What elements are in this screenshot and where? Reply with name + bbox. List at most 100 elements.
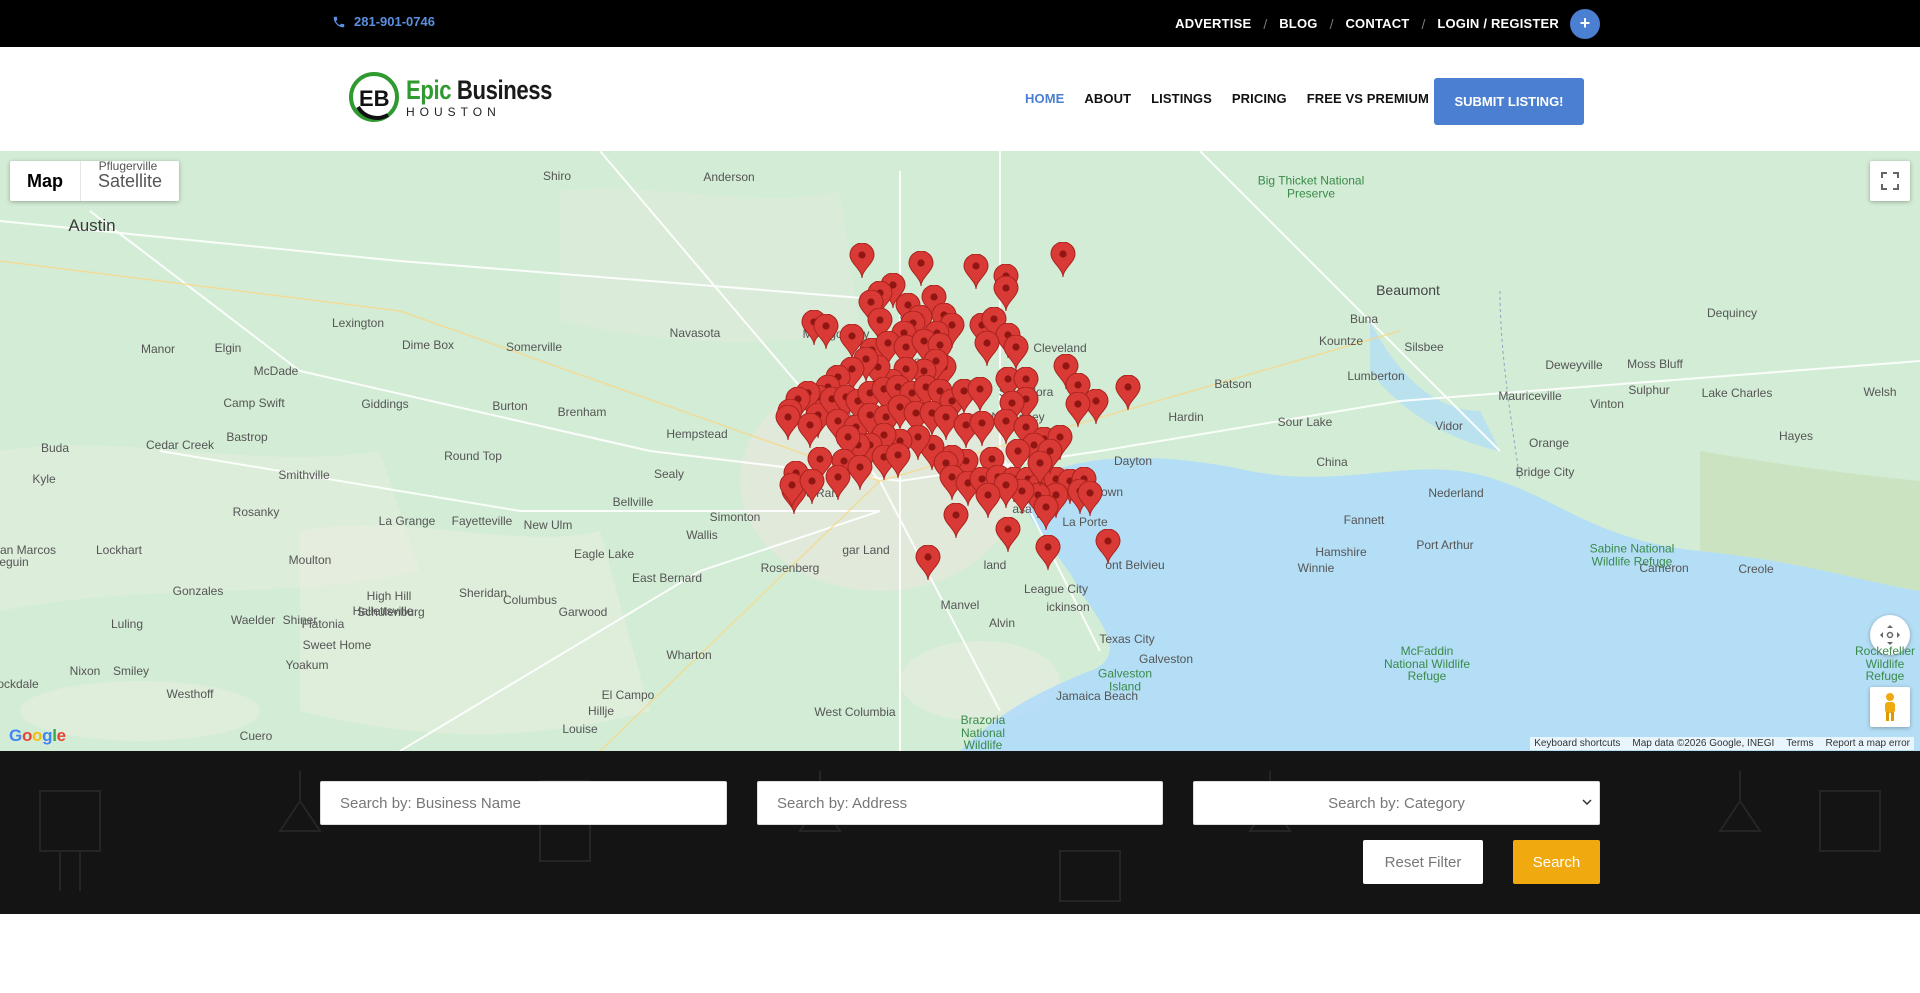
- map-label-port-arthur: Port Arthur: [1416, 538, 1474, 552]
- map-marker-pin-icon[interactable]: [1035, 535, 1061, 571]
- google-logo[interactable]: Google: [9, 726, 66, 746]
- map-label-hayes: Hayes: [1778, 429, 1814, 443]
- map-label-fannett: Fannett: [1343, 513, 1385, 527]
- logo-mark-icon: EB: [349, 72, 399, 122]
- map-label-cedar-creek: Cedar Creek: [145, 438, 215, 452]
- map-label-deweyville: Deweyville: [1545, 358, 1603, 372]
- map-marker-pin-icon[interactable]: [813, 314, 839, 350]
- map-label-burton: Burton: [492, 399, 528, 413]
- map-label-sour-lake: Sour Lake: [1277, 415, 1333, 429]
- listings-map[interactable]: Map Satellite Google Keyboard shortcuts …: [0, 151, 1920, 751]
- map-marker-pin-icon[interactable]: [975, 483, 1001, 519]
- map-label-sabine: Sabine National Wildlife Refuge: [1589, 541, 1675, 568]
- map-label-galveston: Galveston: [1138, 652, 1194, 666]
- phone-link[interactable]: 281-901-0746: [332, 14, 435, 29]
- nav-pricing[interactable]: PRICING: [1232, 91, 1287, 106]
- search-button[interactable]: Search: [1513, 840, 1600, 884]
- nav-free-vs-premium[interactable]: FREE VS PREMIUM: [1307, 91, 1429, 106]
- fullscreen-icon: [1881, 172, 1899, 190]
- map-label-brenham: Brenham: [557, 405, 607, 419]
- map-marker-pin-icon[interactable]: [1027, 451, 1053, 487]
- map-label-columbus: Columbus: [502, 593, 558, 607]
- chevron-down-icon: [1582, 799, 1592, 806]
- terms-link[interactable]: Terms: [1786, 738, 1813, 749]
- map-label-elgin: Elgin: [214, 341, 242, 355]
- map-marker-pin-icon[interactable]: [1115, 375, 1141, 411]
- nav-listings[interactable]: LISTINGS: [1151, 91, 1212, 106]
- map-marker-pin-icon[interactable]: [825, 465, 851, 501]
- map-marker-pin-icon[interactable]: [799, 469, 825, 505]
- contact-link[interactable]: CONTACT: [1345, 16, 1409, 31]
- map-label-vidor: Vidor: [1435, 419, 1463, 433]
- map-label-rosanky: Rosanky: [232, 505, 280, 519]
- map-marker-pin-icon[interactable]: [974, 331, 1000, 367]
- map-label-austin: Austin: [68, 216, 116, 235]
- map-label-lexington: Lexington: [331, 316, 385, 330]
- divider: /: [1263, 15, 1268, 32]
- map-marker-pin-icon[interactable]: [1033, 495, 1059, 531]
- keyboard-shortcuts-link[interactable]: Keyboard shortcuts: [1534, 738, 1620, 749]
- divider: /: [1329, 15, 1334, 32]
- map-marker-pin-icon[interactable]: [995, 517, 1021, 553]
- street-view-button[interactable]: [1870, 687, 1910, 727]
- map-marker-pin-icon[interactable]: [915, 545, 941, 581]
- map-label-creole: Creole: [1738, 562, 1774, 576]
- map-label-winnie: Winnie: [1297, 561, 1335, 575]
- map-label-la-grange: La Grange: [378, 514, 436, 528]
- map-label-sealy: Sealy: [653, 467, 685, 481]
- map-label-manvel: Manvel: [940, 598, 980, 612]
- map-marker-pin-icon[interactable]: [885, 443, 911, 479]
- map-label-dime-box: Dime Box: [401, 338, 455, 352]
- logo-title: Epic Business: [406, 74, 553, 105]
- map-marker-pin-icon[interactable]: [943, 503, 969, 539]
- business-name-input[interactable]: Search by: Business Name: [320, 781, 727, 825]
- site-header: EB Epic Business HOUSTON HOME ABOUT LIST…: [0, 47, 1920, 151]
- map-label-nederland: Nederland: [1428, 486, 1484, 500]
- nav-home[interactable]: HOME: [1025, 91, 1064, 106]
- map-marker-pin-icon[interactable]: [849, 243, 875, 279]
- map-label-wharton: Wharton: [666, 648, 712, 662]
- map-label-navasota: Navasota: [669, 326, 721, 340]
- map-label-mauriceville: Mauriceville: [1498, 389, 1562, 403]
- map-label-buna: Buna: [1349, 312, 1379, 326]
- report-error-link[interactable]: Report a map error: [1826, 738, 1910, 749]
- advertise-link[interactable]: ADVERTISE: [1175, 16, 1251, 31]
- map-marker-pin-icon[interactable]: [797, 413, 823, 449]
- submit-listing-button[interactable]: SUBMIT LISTING!: [1434, 78, 1584, 125]
- map-label-hillje: Hillje: [587, 704, 615, 718]
- map-label-hallettsville: Hallettsville: [352, 604, 414, 618]
- map-marker-pin-icon[interactable]: [1077, 481, 1103, 517]
- map-label-dickinson: ickinson: [1046, 600, 1090, 614]
- map-label-luling: Luling: [110, 617, 144, 631]
- map-marker-pin-icon[interactable]: [908, 251, 934, 287]
- map-marker-pin-icon[interactable]: [963, 254, 989, 290]
- map-marker-pin-icon[interactable]: [967, 377, 993, 413]
- map-label-garwood: Garwood: [558, 605, 608, 619]
- map-marker-pin-icon[interactable]: [1003, 335, 1029, 371]
- nav-about[interactable]: ABOUT: [1084, 91, 1131, 106]
- map-marker-pin-icon[interactable]: [1050, 242, 1076, 278]
- site-logo[interactable]: EB Epic Business HOUSTON: [348, 71, 584, 123]
- map-label-east-bernard: East Bernard: [631, 571, 703, 585]
- login-register-link[interactable]: LOGIN / REGISTER: [1437, 16, 1559, 31]
- map-label-dayton: Dayton: [1113, 454, 1153, 468]
- plus-icon: +: [1579, 13, 1591, 33]
- add-button[interactable]: +: [1570, 8, 1600, 39]
- fullscreen-button[interactable]: [1870, 161, 1910, 201]
- map-type-map-button[interactable]: Map: [10, 161, 81, 201]
- address-input[interactable]: Search by: Address: [757, 781, 1163, 825]
- blog-link[interactable]: BLOG: [1279, 16, 1317, 31]
- map-label-eagle-lake: Eagle Lake: [573, 547, 635, 561]
- reset-filter-button[interactable]: Reset Filter: [1363, 840, 1483, 884]
- map-label-sugar-land: gar Land: [842, 543, 890, 557]
- category-select[interactable]: Search by: Category: [1193, 781, 1600, 825]
- map-marker-pin-icon[interactable]: [969, 411, 995, 447]
- map-marker-pin-icon[interactable]: [1095, 529, 1121, 565]
- map-data-text: Map data ©2026 Google, INEGI: [1632, 738, 1775, 749]
- category-select-value: Search by: Category: [1328, 794, 1465, 812]
- map-label-buda: Buda: [40, 441, 70, 455]
- map-marker-pin-icon[interactable]: [1065, 392, 1091, 428]
- map-label-kyle: Kyle: [32, 472, 56, 486]
- logo-subtitle: HOUSTON: [406, 104, 501, 119]
- map-label-kountze: Kountze: [1318, 334, 1364, 348]
